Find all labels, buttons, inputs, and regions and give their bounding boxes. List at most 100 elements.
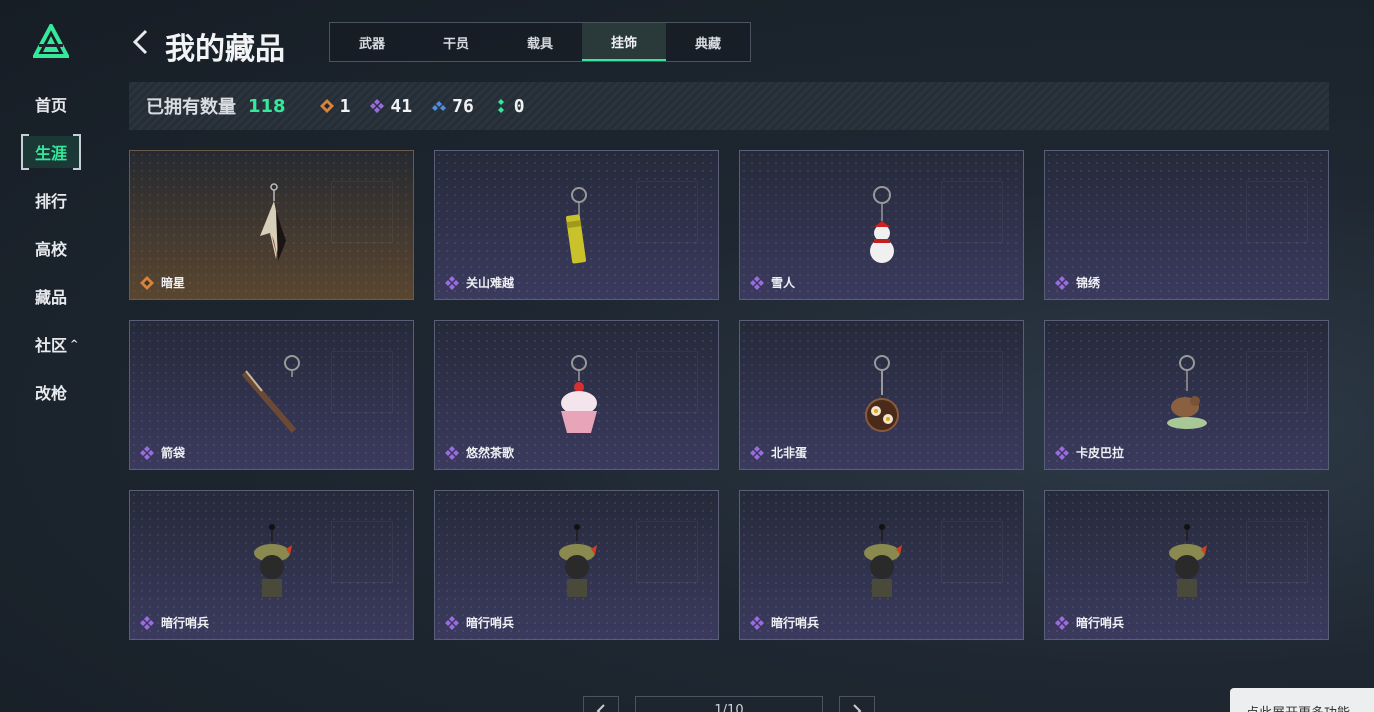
charm-card[interactable]: 暗行哨兵 bbox=[739, 490, 1024, 640]
nav-label: 改枪 bbox=[35, 384, 68, 403]
charm-name-text: 卡皮巴拉 bbox=[1076, 446, 1125, 460]
rarity-count-blue: 76 bbox=[432, 96, 474, 117]
charm-name-text: 锦绣 bbox=[1076, 276, 1101, 290]
back-arrow-icon[interactable] bbox=[130, 28, 152, 56]
tab-charms[interactable]: 挂饰 bbox=[582, 23, 666, 61]
nav-label: 首页 bbox=[35, 96, 68, 115]
diamond-purple-icon bbox=[445, 445, 459, 460]
charm-card[interactable]: 暗星 bbox=[129, 150, 414, 300]
charm-name: 北非蛋 bbox=[750, 444, 807, 461]
charm-card[interactable]: 暗行哨兵 bbox=[1044, 490, 1329, 640]
charm-pan-icon bbox=[864, 355, 899, 432]
nav-item-community[interactable]: 社区 ^ bbox=[22, 320, 102, 368]
charm-snowman-icon bbox=[869, 186, 894, 263]
diamond-purple-icon bbox=[750, 445, 764, 460]
charm-name-text: 北非蛋 bbox=[771, 446, 808, 460]
charm-card[interactable]: 悠然茶歌 bbox=[434, 320, 719, 470]
diamond-purple-icon bbox=[370, 99, 385, 113]
rarity-count-purple: 41 bbox=[370, 96, 412, 117]
diamond-blue-icon bbox=[432, 101, 447, 111]
rarity-count-value: 41 bbox=[390, 95, 413, 117]
nav-item-career[interactable]: 生涯 bbox=[20, 128, 102, 176]
charm-card[interactable]: 雪人 bbox=[739, 150, 1024, 300]
charm-name: 雪人 bbox=[750, 274, 795, 291]
charm-cupcake-icon bbox=[560, 355, 597, 433]
charm-name-text: 暗行哨兵 bbox=[771, 616, 820, 630]
tab-operators[interactable]: 干员 bbox=[414, 23, 498, 61]
nav-item-home[interactable]: 首页 bbox=[22, 80, 102, 128]
nav-item-ranking[interactable]: 排行 bbox=[22, 176, 102, 224]
diamond-green-icon bbox=[497, 99, 504, 113]
sidebar-nav: 首页 生涯 排行 高校 藏品 社区 ^ 改枪 bbox=[20, 80, 102, 416]
nav-label: 社区 bbox=[35, 336, 68, 355]
charm-name: 卡皮巴拉 bbox=[1055, 444, 1124, 461]
charm-name-text: 暗行哨兵 bbox=[1076, 616, 1125, 630]
charm-name-text: 暗行哨兵 bbox=[466, 616, 515, 630]
next-page-button[interactable] bbox=[839, 696, 875, 712]
charm-name-text: 悠然茶歌 bbox=[466, 446, 515, 460]
tab-vehicles[interactable]: 载具 bbox=[498, 23, 582, 61]
diamond-purple-icon bbox=[750, 615, 764, 630]
nav-label: 高校 bbox=[35, 240, 68, 259]
charm-card[interactable]: 暗行哨兵 bbox=[434, 490, 719, 640]
charm-quiver-icon bbox=[241, 355, 300, 433]
category-tabs: 武器 干员 载具 挂饰 典藏 bbox=[329, 22, 751, 62]
collection-summary: 已拥有数量 118 1 41 76 0 bbox=[129, 82, 1329, 130]
diamond-purple-icon bbox=[1055, 615, 1069, 630]
charm-name-text: 关山难越 bbox=[466, 276, 515, 290]
diamond-purple-icon bbox=[445, 275, 459, 290]
charm-feather-icon bbox=[259, 183, 286, 261]
diamond-purple-icon bbox=[750, 275, 764, 290]
charm-name: 暗行哨兵 bbox=[445, 614, 514, 631]
charm-name: 暗星 bbox=[140, 274, 185, 291]
nav-label: 藏品 bbox=[35, 288, 68, 307]
nav-label: 生涯 bbox=[20, 134, 82, 170]
diamond-purple-icon bbox=[1055, 445, 1069, 460]
diamond-purple-icon bbox=[140, 615, 154, 630]
owned-count-label: 已拥有数量 bbox=[146, 97, 236, 118]
caret-up-icon: ^ bbox=[70, 338, 79, 350]
charm-card[interactable]: 卡皮巴拉 bbox=[1044, 320, 1329, 470]
charm-sentinel-icon bbox=[558, 524, 597, 597]
rarity-count-value: 1 bbox=[339, 95, 351, 117]
rarity-count-orange: 1 bbox=[319, 95, 351, 117]
charm-sentinel-icon bbox=[253, 524, 292, 597]
charm-name-text: 暗行哨兵 bbox=[161, 616, 210, 630]
charm-card[interactable]: 箭袋 bbox=[129, 320, 414, 470]
app-logo bbox=[33, 24, 69, 58]
diamond-purple-icon bbox=[445, 615, 459, 630]
chevron-right-icon bbox=[853, 704, 862, 712]
charm-name-text: 暗星 bbox=[161, 276, 186, 290]
tab-classics[interactable]: 典藏 bbox=[666, 23, 750, 61]
charm-name: 箭袋 bbox=[140, 444, 185, 461]
charm-name: 暗行哨兵 bbox=[750, 614, 819, 631]
rarity-count-green: 0 bbox=[494, 96, 525, 117]
tab-weapons[interactable]: 武器 bbox=[330, 23, 414, 61]
charm-name-text: 雪人 bbox=[771, 276, 796, 290]
charm-name: 悠然茶歌 bbox=[445, 444, 514, 461]
rarity-count-value: 0 bbox=[513, 95, 525, 117]
charm-sentinel-icon bbox=[1168, 524, 1207, 597]
nav-item-college[interactable]: 高校 bbox=[22, 224, 102, 272]
charm-name: 关山难越 bbox=[445, 274, 514, 291]
charm-name-text: 箭袋 bbox=[161, 446, 186, 460]
page-indicator: 1/10 bbox=[635, 696, 823, 712]
nav-item-collection[interactable]: 藏品 bbox=[22, 272, 102, 320]
owned-count-value: 118 bbox=[248, 95, 286, 117]
prev-page-button[interactable] bbox=[583, 696, 619, 712]
charm-card[interactable]: 暗行哨兵 bbox=[129, 490, 414, 640]
charm-can-icon bbox=[565, 187, 587, 264]
charm-card[interactable]: 关山难越 bbox=[434, 150, 719, 300]
nav-item-gunsmith[interactable]: 改枪 bbox=[22, 368, 102, 416]
page-title: 我的藏品 bbox=[165, 32, 285, 67]
charm-card[interactable]: 北非蛋 bbox=[739, 320, 1024, 470]
diamond-orange-icon bbox=[319, 99, 334, 113]
more-features-toast[interactable]: 点此展开更多功能 bbox=[1230, 688, 1374, 712]
diamond-purple-icon bbox=[1055, 275, 1069, 290]
charm-name: 暗行哨兵 bbox=[1055, 614, 1124, 631]
charm-card[interactable]: 锦绣 bbox=[1044, 150, 1329, 300]
nav-label: 排行 bbox=[35, 192, 68, 211]
rarity-count-value: 76 bbox=[452, 95, 474, 117]
charm-capybara-icon bbox=[1166, 355, 1207, 429]
charm-name: 暗行哨兵 bbox=[140, 614, 209, 631]
